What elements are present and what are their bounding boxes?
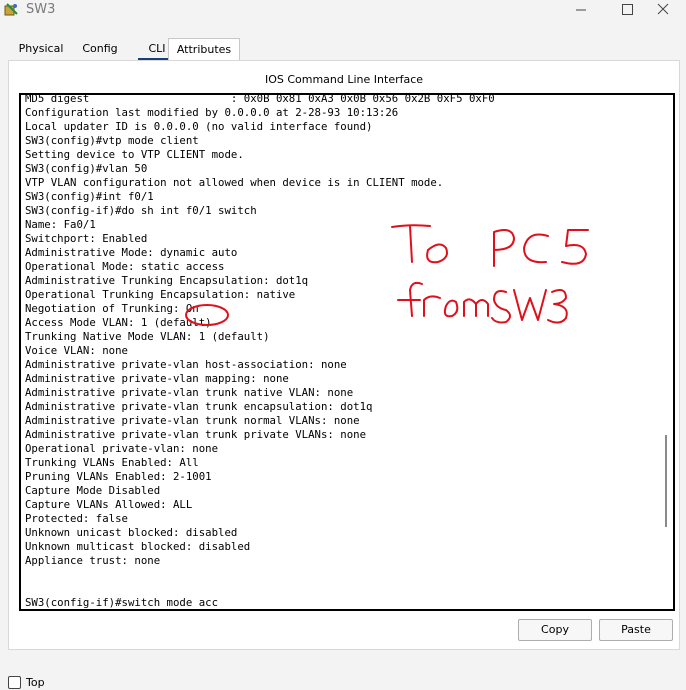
panel-title: IOS Command Line Interface bbox=[264, 73, 424, 86]
minimize-button[interactable] bbox=[558, 0, 604, 22]
app-icon bbox=[4, 3, 18, 16]
tab-attributes[interactable]: Attributes bbox=[168, 38, 240, 61]
window-title: SW3 bbox=[26, 2, 56, 17]
console-scrollbar[interactable] bbox=[662, 95, 670, 607]
top-checkbox[interactable] bbox=[8, 676, 21, 689]
tab-config[interactable]: Config bbox=[78, 38, 122, 60]
tab-physical[interactable]: Physical bbox=[10, 38, 72, 60]
title-bar: SW3 bbox=[0, 0, 686, 22]
top-checkbox-label: Top bbox=[26, 676, 45, 689]
minimize-icon bbox=[576, 9, 586, 11]
close-icon bbox=[657, 3, 669, 15]
cli-console[interactable]: MD5 digest : 0x0B 0x81 0xA3 0x0B 0x56 0x… bbox=[19, 93, 675, 611]
scrollbar-thumb[interactable] bbox=[665, 435, 667, 527]
copy-button[interactable]: Copy bbox=[518, 619, 592, 641]
paste-button[interactable]: Paste bbox=[599, 619, 673, 641]
close-button[interactable] bbox=[640, 0, 686, 22]
console-output[interactable]: MD5 digest : 0x0B 0x81 0xA3 0x0B 0x56 0x… bbox=[25, 95, 495, 609]
